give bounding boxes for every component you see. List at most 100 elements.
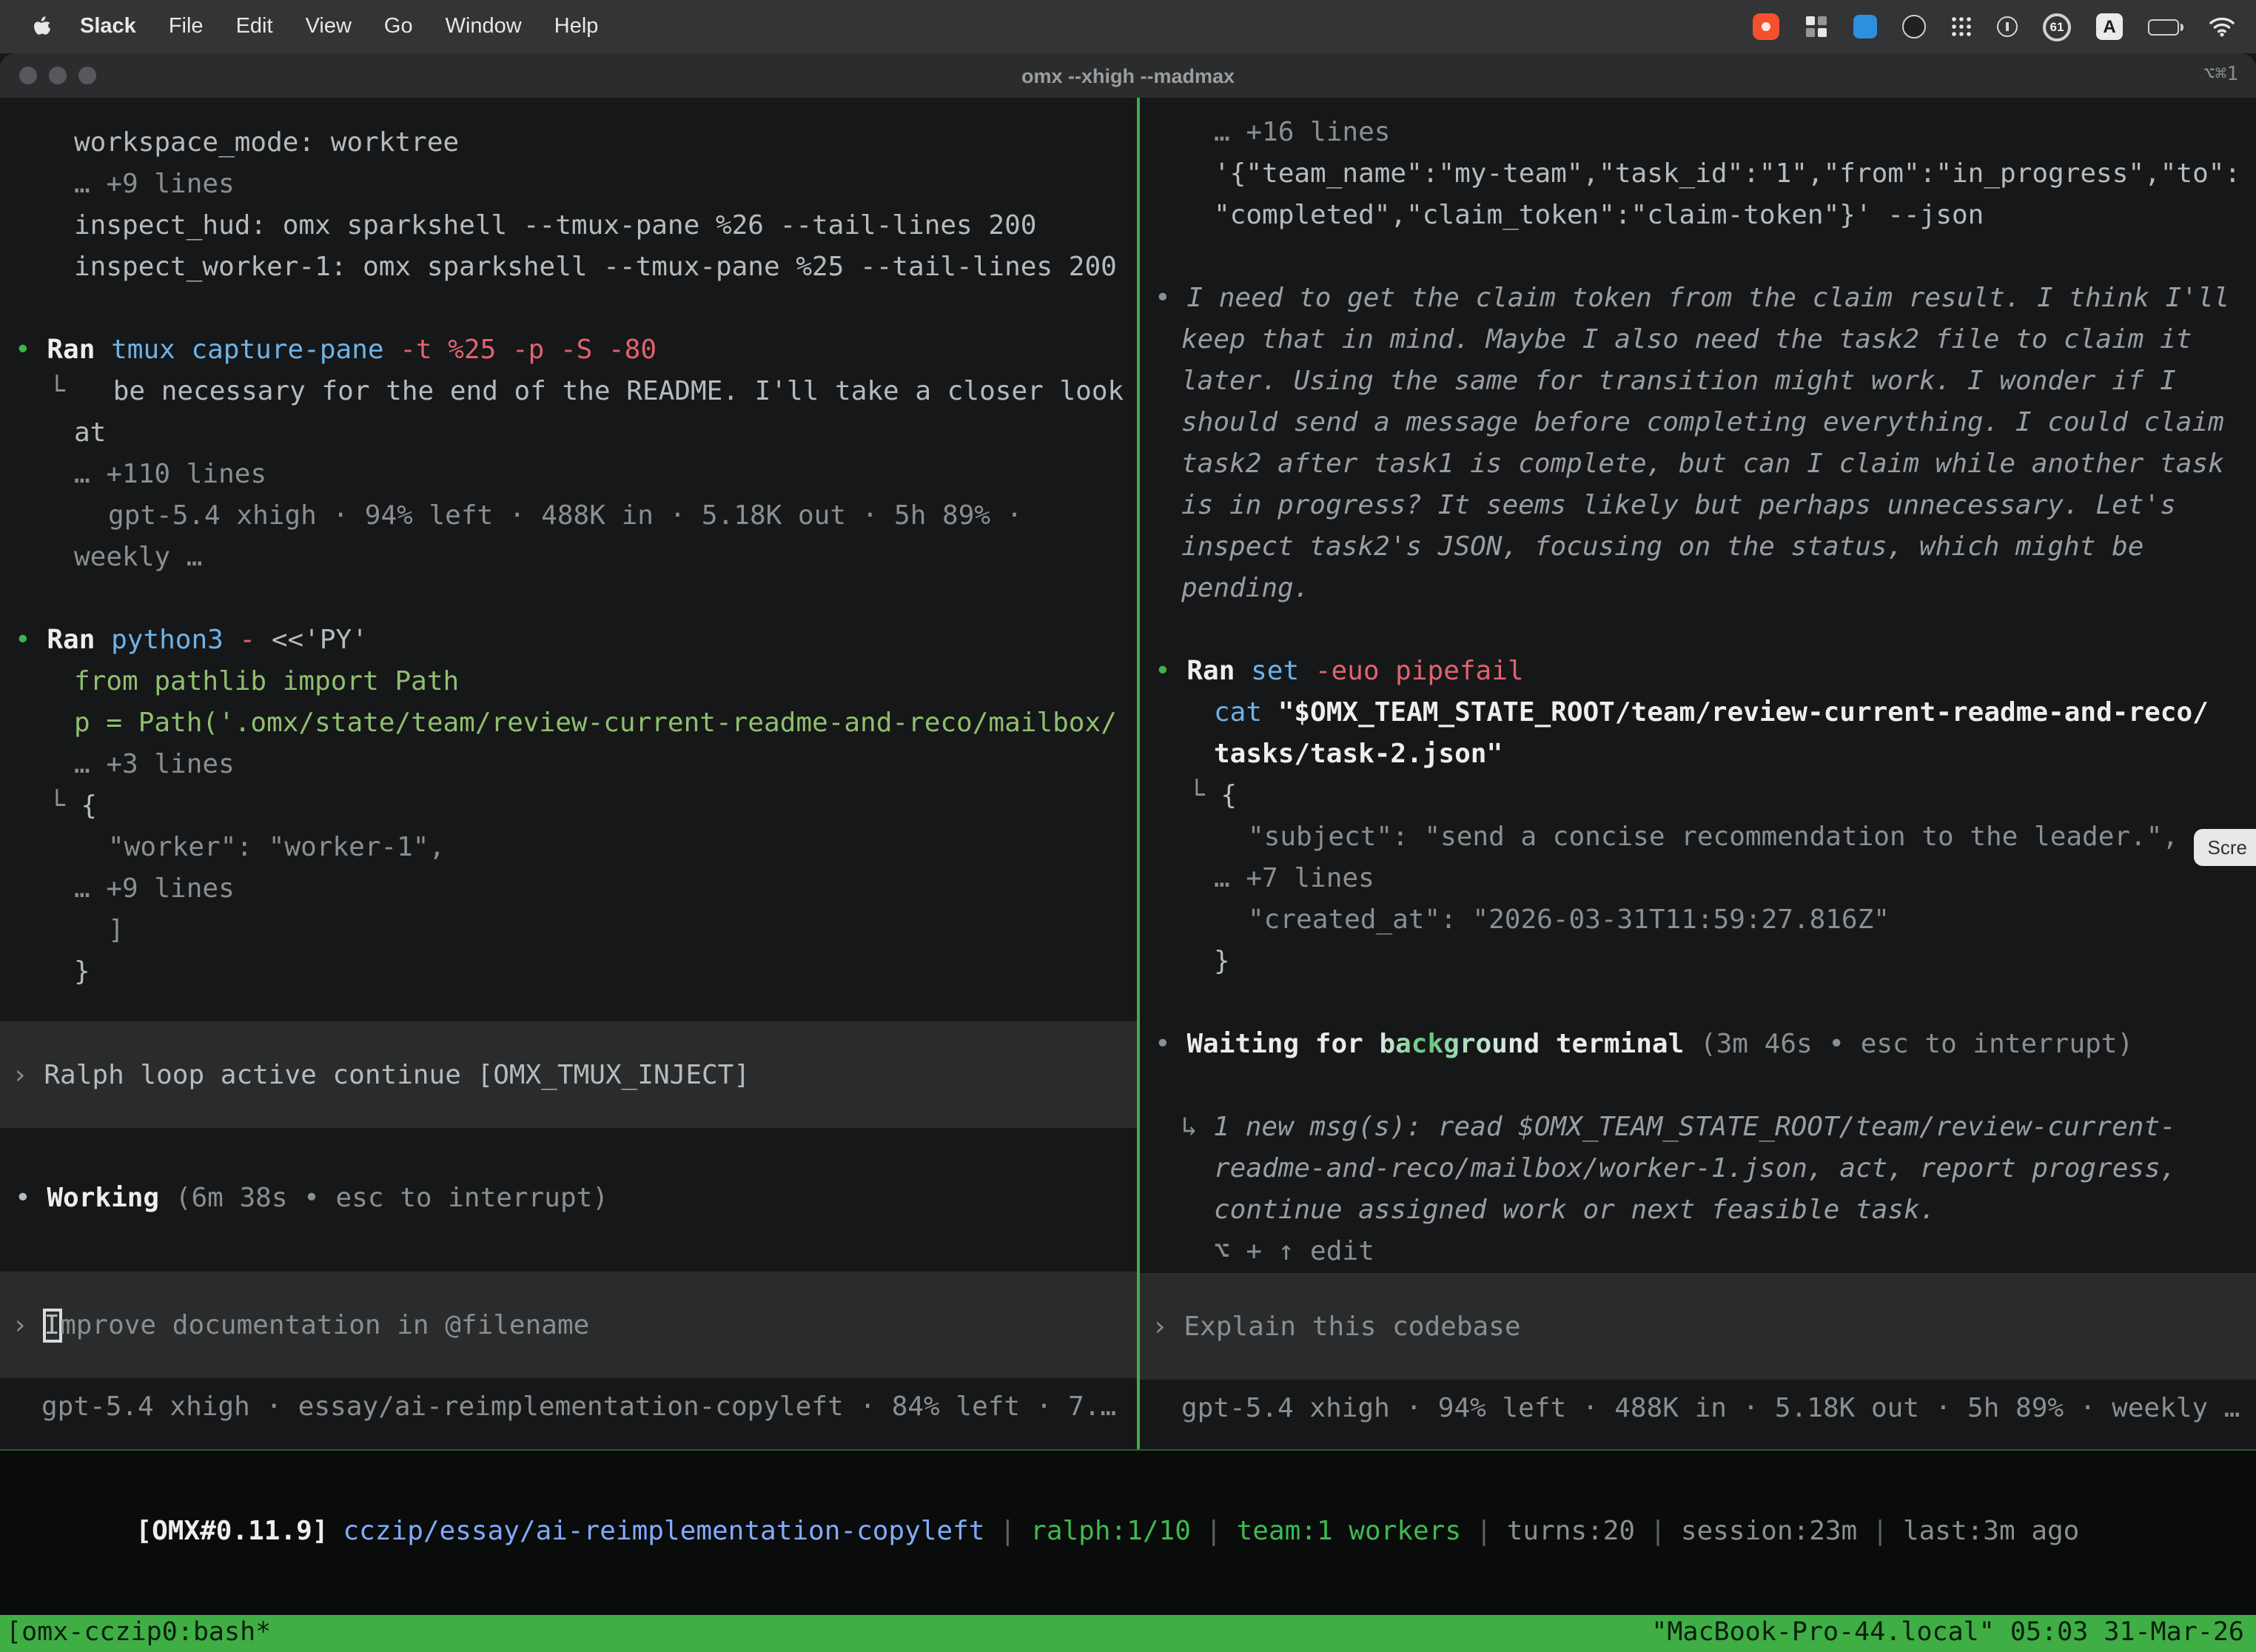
window-shortcut-hint: ⌥⌘1 — [2203, 53, 2238, 98]
text-segment: tmux capture-pane — [111, 335, 383, 366]
terminal-line: is in progress? It seems likely but perh… — [1140, 486, 2256, 527]
text-segment: inspect task2's JSON, focusing on the st… — [1181, 531, 2143, 563]
text-segment: Ran — [1186, 656, 1251, 687]
tmux-session-name: [omx-cczip0:bash* — [6, 1615, 271, 1652]
terminal-line: inspect task2's JSON, focusing on the st… — [1140, 527, 2256, 568]
text-segment: "completed","claim_token":"claim-token"}… — [1214, 200, 1984, 231]
terminal-line: gpt-5.4 xhigh · 94% left · 488K in · 5.1… — [0, 496, 1137, 537]
window-title: omx --xhigh --madmax — [1021, 64, 1235, 87]
prompt-suggestion[interactable]: › Improve documentation in @filename — [0, 1272, 1137, 1378]
text-segment: • — [1155, 656, 1186, 687]
text-segment: … +7 lines — [1214, 863, 1374, 894]
terminal-line: readme-and-reco/mailbox/worker-1.json, a… — [1140, 1149, 2256, 1190]
zoom-button[interactable] — [78, 67, 96, 84]
minimize-button[interactable] — [49, 67, 67, 84]
terminal-line: … +7 lines — [1140, 859, 2256, 900]
terminal-line — [1140, 237, 2256, 278]
close-button[interactable] — [19, 67, 37, 84]
menu-item-edit[interactable]: Edit — [220, 15, 289, 38]
text-segment: • — [1155, 1029, 1186, 1060]
omx-project-path: cczip/essay/ai-reimplementation-copyleft — [343, 1516, 985, 1547]
text-segment: Ralph loop active continue [OMX_TMUX_INJ… — [44, 1059, 750, 1090]
separator: | — [1476, 1516, 1492, 1547]
text-segment: ] — [108, 915, 124, 946]
input-source-icon[interactable]: A — [2096, 13, 2123, 40]
pixel-grid-icon[interactable] — [1805, 15, 1828, 38]
terminal-line: inspect_worker-1: omx sparkshell --tmux-… — [0, 247, 1137, 289]
terminal-line: └ be necessary for the end of the README… — [0, 372, 1137, 413]
battery-gauge-icon[interactable]: 61 — [2043, 13, 2071, 41]
terminal-line: … +3 lines — [0, 745, 1137, 786]
tmux-host-time: "MacBook-Pro-44.local" 05:03 31-Mar-26 — [1651, 1615, 2244, 1652]
terminal-line: "completed","claim_token":"claim-token"}… — [1140, 195, 2256, 237]
text-segment: <<'PY' — [255, 625, 368, 656]
text-segment: • — [15, 335, 47, 366]
text-segment: … +16 lines — [1214, 117, 1390, 148]
text-segment: Waiting for background terminal — [1186, 1029, 1684, 1060]
terminal-line: continue assigned work or next feasible … — [1140, 1190, 2256, 1232]
menu-bar: Slack File Edit View Go Window Help 61 A — [0, 0, 2256, 53]
prompt-suggestion[interactable]: › Explain this codebase — [1140, 1273, 2256, 1380]
terminal-line: • Working (6m 38s • esc to interrupt) — [0, 1178, 1137, 1220]
text-segment: weekly … — [74, 542, 202, 573]
text-segment: python3 — [111, 625, 224, 656]
menu-item-app[interactable]: Slack — [64, 15, 152, 38]
text-segment: • — [1155, 283, 1186, 314]
text-segment: › — [1152, 1311, 1184, 1342]
omx-team-status: team:1 workers — [1237, 1516, 1461, 1547]
text-segment: is in progress? It seems likely but perh… — [1181, 490, 2176, 521]
menu-item-window[interactable]: Window — [429, 15, 538, 38]
screen-recording-icon[interactable] — [1753, 13, 1779, 40]
terminal-line: should send a message before completing … — [1140, 403, 2256, 444]
terminal-line: } — [1140, 941, 2256, 983]
text-segment: … +3 lines — [74, 749, 235, 780]
omx-last-activity: last:3m ago — [1903, 1516, 2079, 1547]
text-segment: p = Path('.omx/state/team/review-current… — [74, 708, 1117, 739]
text-segment: Ran — [47, 625, 111, 656]
menu-item-view[interactable]: View — [289, 15, 368, 38]
terminal-line: ⌥ + ↑ edit — [1140, 1232, 2256, 1273]
menu-item-file[interactable]: File — [152, 15, 220, 38]
battery-icon[interactable] — [2148, 19, 2183, 35]
terminal-line: … +9 lines — [0, 869, 1137, 910]
separator: | — [999, 1516, 1015, 1547]
screenshot-overlay-button[interactable]: Scre — [2195, 829, 2256, 866]
text-segment: (6m 38s • esc to interrupt) — [175, 1183, 608, 1214]
blue-app-icon[interactable] — [1853, 15, 1877, 38]
text-segment: - — [224, 625, 255, 656]
wifi-icon[interactable] — [2209, 16, 2235, 37]
terminal-line: tasks/task-2.json" — [1140, 734, 2256, 776]
apple-menu-icon[interactable] — [30, 14, 52, 39]
terminal-pane-right[interactable]: … +16 lines'{"team_name":"my-team","task… — [1140, 98, 2256, 1449]
text-segment: inspect_worker-1: omx sparkshell --tmux-… — [74, 252, 1117, 283]
dots-grid-icon[interactable] — [1951, 16, 1972, 37]
terminal-line: • I need to get the claim token from the… — [1140, 278, 2256, 320]
text-segment: gpt-5.4 xhigh · 94% left · 488K in · 5.1… — [108, 500, 1022, 531]
text-segment: } — [74, 956, 90, 987]
menu-item-help[interactable]: Help — [538, 15, 615, 38]
text-segment: be necessary for the end of the README. … — [65, 376, 1124, 407]
omx-ralph-status: ralph:1/10 — [1030, 1516, 1191, 1547]
terminal-line: pending. — [1140, 568, 2256, 610]
text-segment: 1 new msg(s): read $OMX_TEAM_STATE_ROOT/… — [1213, 1112, 2175, 1143]
dark-circle-app-icon[interactable] — [1902, 15, 1926, 38]
terminal-window: omx --xhigh --madmax ⌥⌘1 workspace_mode:… — [0, 53, 2256, 1652]
key-icon[interactable] — [1997, 16, 2018, 37]
terminal-line: "created_at": "2026-03-31T11:59:27.816Z" — [1140, 900, 2256, 941]
text-segment: "worker": "worker-1", — [108, 832, 445, 863]
terminal-line: gpt-5.4 xhigh · 94% left · 488K in · 5.1… — [1140, 1389, 2256, 1430]
terminal-line: cat "$OMX_TEAM_STATE_ROOT/team/review-cu… — [1140, 693, 2256, 734]
terminal-pane-left[interactable]: workspace_mode: worktree… +9 linesinspec… — [0, 98, 1137, 1449]
terminal-line: at — [0, 413, 1137, 454]
terminal-line — [1140, 1066, 2256, 1107]
menu-item-go[interactable]: Go — [368, 15, 429, 38]
text-segment: • — [15, 625, 47, 656]
terminal-line: ] — [0, 910, 1137, 952]
text-segment: -euo pipefail — [1299, 656, 1523, 687]
text-segment: Ran — [47, 335, 111, 366]
prompt-suggestion[interactable]: › Ralph loop active continue [OMX_TMUX_I… — [0, 1021, 1137, 1128]
terminal-line: "subject": "send a concise recommendatio… — [1140, 817, 2256, 859]
terminal-line: └ { — [0, 786, 1137, 827]
separator: | — [1650, 1516, 1666, 1547]
menu-bar-left: Slack File Edit View Go Window Help — [0, 14, 614, 39]
